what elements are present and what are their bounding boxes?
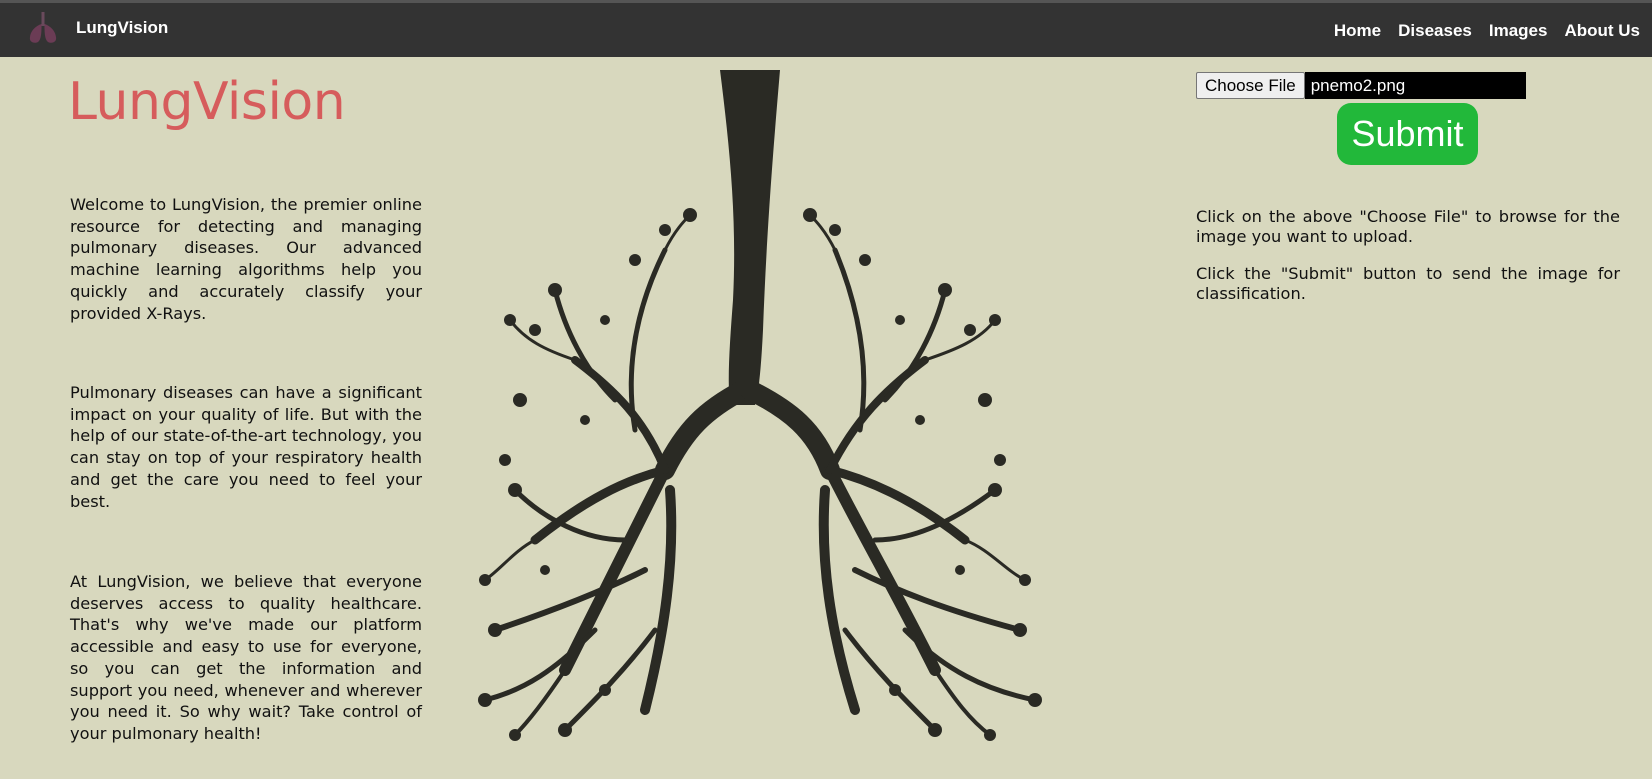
tree-lungs-illustration — [478, 70, 1042, 741]
intro-paragraph-access: At LungVision, we believe that everyone … — [70, 572, 422, 743]
selected-file-name: pnemo2.png — [1304, 72, 1526, 99]
intro-paragraph-welcome: Welcome to LungVision, the premier onlin… — [70, 195, 422, 323]
instruction-choose-file: Click on the above "Choose File" to brow… — [1196, 207, 1620, 246]
nav-diseases-link[interactable]: Diseases — [1398, 21, 1472, 41]
lungs-icon — [29, 12, 57, 43]
instruction-submit: Click the "Submit" button to send the im… — [1196, 264, 1620, 303]
submit-button[interactable]: Submit — [1337, 103, 1478, 165]
intro-paragraph-impact: Pulmonary diseases can have a significan… — [70, 383, 422, 511]
file-upload: Choose File pnemo2.png — [1196, 72, 1526, 99]
nav-home-link[interactable]: Home — [1334, 21, 1381, 41]
nav-links: Home Diseases Images About Us — [1334, 21, 1640, 41]
upload-instructions: Click on the above "Choose File" to brow… — [1196, 207, 1620, 321]
nav-about-link[interactable]: About Us — [1564, 21, 1640, 41]
brand[interactable]: LungVision — [28, 11, 168, 45]
brand-name: LungVision — [76, 18, 169, 37]
choose-file-button[interactable]: Choose File — [1196, 72, 1305, 99]
navbar: LungVision Home Diseases Images About Us — [0, 0, 1652, 57]
page-title: LungVision — [68, 72, 346, 132]
nav-images-link[interactable]: Images — [1489, 21, 1548, 41]
